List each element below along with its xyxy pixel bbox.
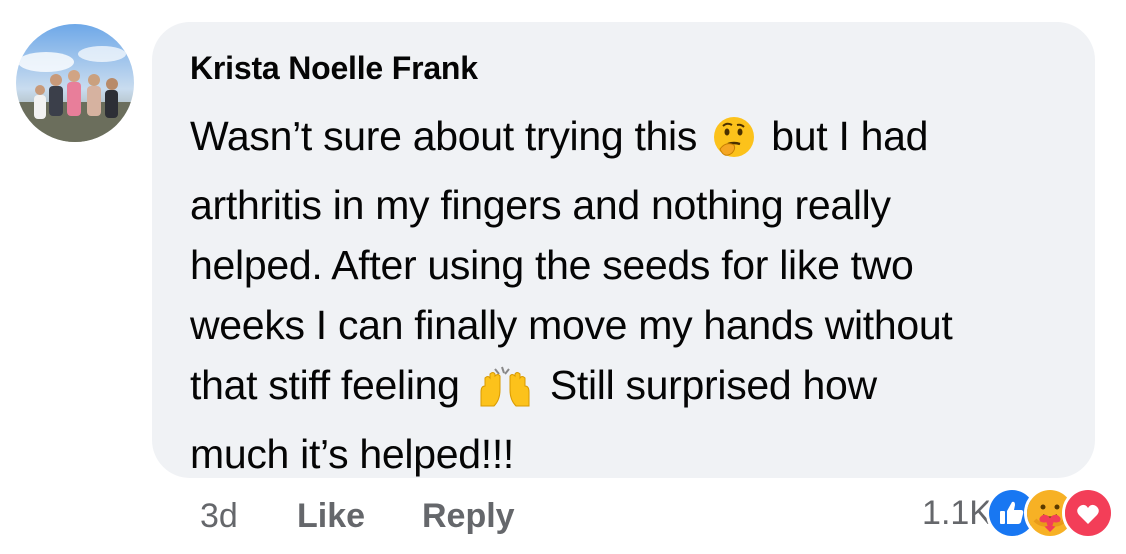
comment-text-line: weeks I can finally move my hands withou… xyxy=(190,302,953,348)
like-button[interactable]: Like xyxy=(297,497,365,536)
avatar[interactable] xyxy=(16,24,134,142)
raising-hands-icon xyxy=(475,362,535,424)
reply-button[interactable]: Reply xyxy=(422,497,515,536)
comment-author[interactable]: Krista Noelle Frank xyxy=(190,50,478,87)
comment-text-line: that stiff feeling xyxy=(190,362,460,408)
comment-bubble: Krista Noelle Frank Wasn’t sure about tr… xyxy=(152,22,1095,478)
comment-text-line: Still surprised how xyxy=(549,362,877,408)
comment-text-line: Wasn’t sure about trying this xyxy=(190,113,698,159)
reactions-summary[interactable]: 1.1K xyxy=(922,487,1114,539)
comment-text-line: much it’s helped!!! xyxy=(190,431,515,477)
love-reaction-icon xyxy=(1062,487,1114,539)
comment-text-line: arthritis in my fingers and nothing real… xyxy=(190,182,891,228)
comment-text-line: but I had xyxy=(771,113,929,159)
thinking-face-icon xyxy=(712,115,756,175)
reaction-count: 1.1K xyxy=(922,493,992,532)
comment-text: Wasn’t sure about trying this but I had … xyxy=(190,106,1070,484)
avatar-photo xyxy=(16,24,134,142)
comment-timestamp[interactable]: 3d xyxy=(200,497,238,536)
comment-text-line: helped. After using the seeds for like t… xyxy=(190,242,914,288)
